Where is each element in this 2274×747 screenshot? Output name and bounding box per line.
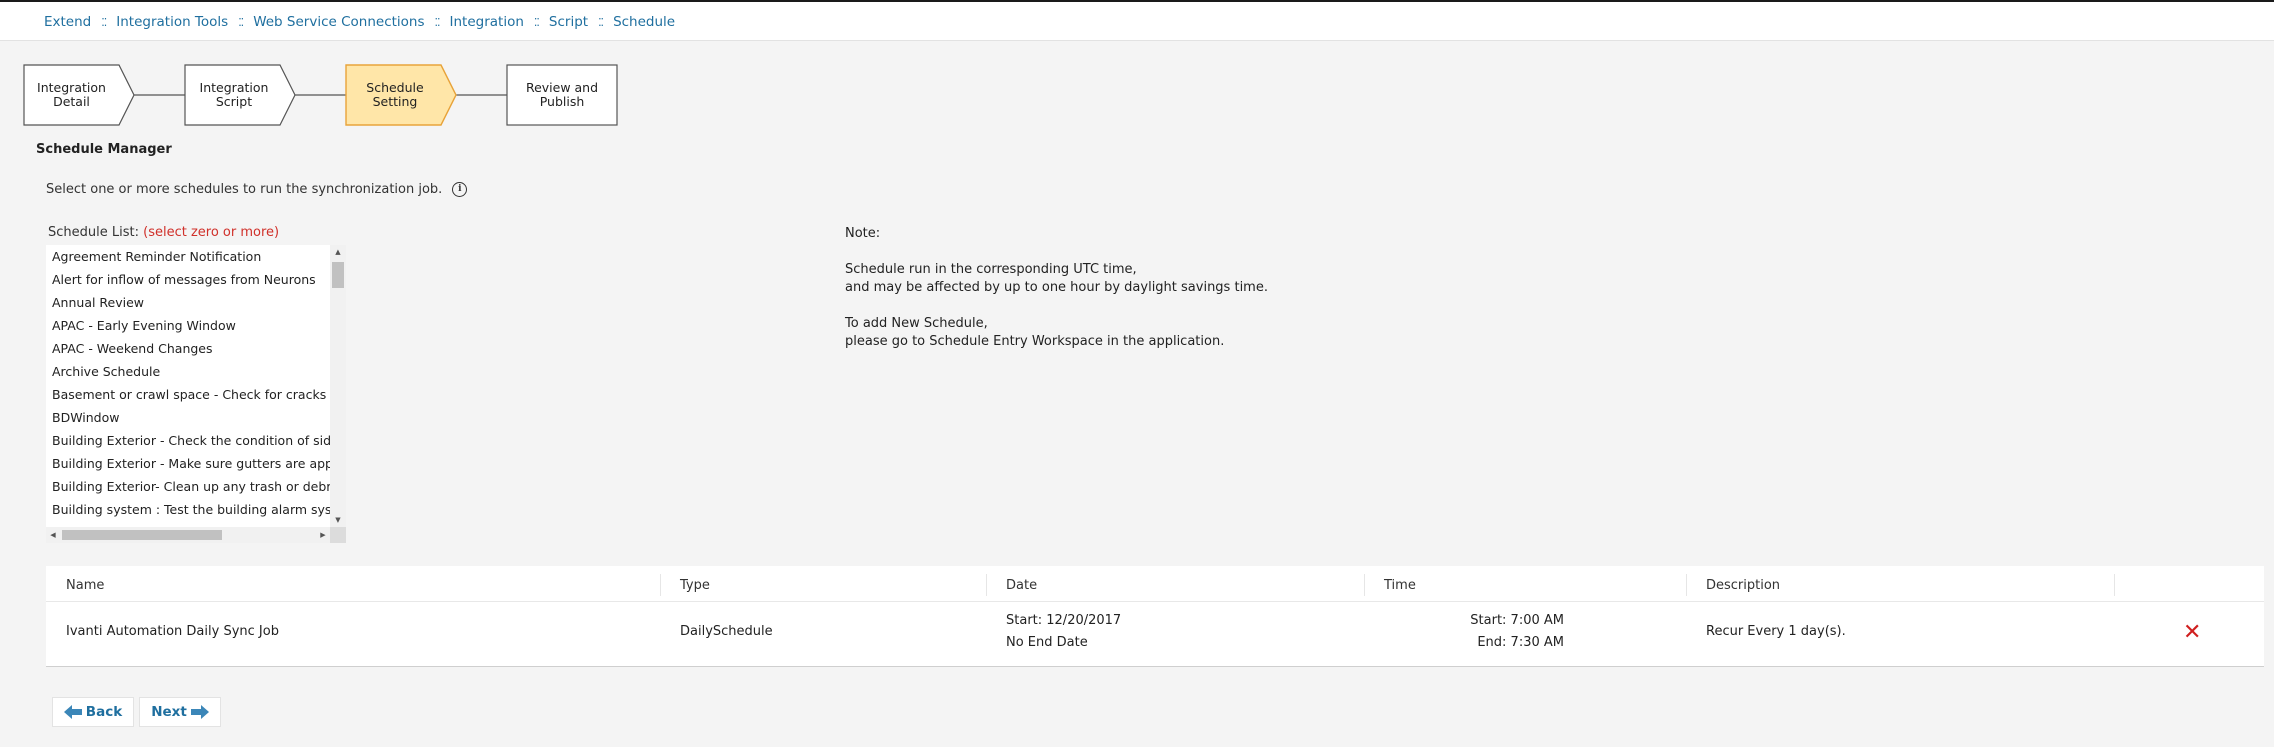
breadcrumb-extend[interactable]: Extend: [44, 14, 91, 30]
back-button-label: Back: [85, 704, 123, 720]
intro-text-row: Select one or more schedules to run the …: [46, 182, 468, 197]
breadcrumb-separator-icon: ⁚⁚: [533, 15, 540, 29]
schedule-grid: Name Type Date Time Description Ivanti A…: [46, 566, 2264, 667]
schedule-list-label-text: Schedule List:: [48, 225, 139, 240]
schedule-listbox[interactable]: Agreement Reminder Notification Alert fo…: [46, 245, 346, 543]
column-separator: [2114, 574, 2115, 596]
step-label-line: Review and: [525, 80, 599, 95]
arrow-right-icon: [190, 705, 209, 719]
list-item[interactable]: APAC - Weekend Changes: [46, 337, 330, 360]
note-line: and may be affected by up to one hour by…: [845, 280, 1268, 295]
breadcrumb-schedule: Schedule: [613, 14, 676, 30]
scroll-down-icon[interactable]: ▼: [330, 513, 346, 527]
wizard-step-review-publish[interactable]: Review and Publish: [507, 65, 617, 125]
note-line: Schedule run in the corresponding UTC ti…: [845, 262, 1137, 277]
breadcrumb-script[interactable]: Script: [549, 14, 588, 30]
cell-time-start: Start: 7:00 AM: [1470, 613, 1564, 628]
list-item[interactable]: Alert for inflow of messages from Neuron…: [46, 268, 330, 291]
note-line: please go to Schedule Entry Workspace in…: [845, 334, 1225, 349]
horizontal-scrollbar[interactable]: ◀ ▶: [46, 527, 330, 543]
column-header-time[interactable]: Time: [1384, 578, 1416, 593]
wizard-step-integration-detail[interactable]: Integration Detail: [24, 65, 119, 125]
step-label-line: Publish: [539, 94, 585, 109]
breadcrumb-web-service-connections[interactable]: Web Service Connections: [253, 14, 424, 30]
list-item[interactable]: Building system : Test the building alar…: [46, 498, 330, 521]
breadcrumb-integration-tools[interactable]: Integration Tools: [116, 14, 228, 30]
schedule-list-hint: (select zero or more): [143, 225, 280, 240]
info-icon[interactable]: i: [452, 182, 468, 197]
list-item[interactable]: APAC - Early Evening Window: [46, 314, 330, 337]
column-separator: [1686, 574, 1687, 596]
vertical-scrollbar[interactable]: ▲ ▼: [330, 245, 346, 527]
cell-date-start: Start: 12/20/2017: [1006, 613, 1122, 628]
scroll-right-icon[interactable]: ▶: [316, 527, 330, 543]
column-separator: [1364, 574, 1365, 596]
wizard-steps: Integration Detail Integration Script Sche…: [23, 64, 624, 126]
arrow-left-icon: [63, 705, 82, 719]
cell-description: Recur Every 1 day(s).: [1706, 624, 1846, 639]
note-spacer: [845, 297, 1268, 315]
breadcrumb-separator-icon: ⁚⁚: [238, 15, 244, 29]
breadcrumb-separator-icon: ⁚⁚: [434, 15, 441, 29]
column-separator: [660, 574, 661, 596]
cell-time-end: End: 7:30 AM: [1477, 635, 1564, 650]
cell-date-end: No End Date: [1006, 635, 1088, 650]
cell-type: DailySchedule: [680, 624, 773, 639]
scrollbar-corner: [330, 527, 346, 543]
column-separator: [986, 574, 987, 596]
vertical-scroll-thumb[interactable]: [332, 262, 344, 288]
schedule-list: Agreement Reminder Notification Alert fo…: [46, 245, 330, 521]
step-label-line: Schedule: [366, 80, 424, 95]
step-label-line: Setting: [372, 94, 418, 109]
step-label-line: Script: [215, 94, 253, 109]
note-spacer: [845, 243, 1268, 261]
schedule-list-label: Schedule List: (select zero or more): [48, 225, 279, 240]
breadcrumb-integration[interactable]: Integration: [450, 14, 524, 30]
cell-name: Ivanti Automation Daily Sync Job: [66, 624, 279, 639]
scroll-up-icon[interactable]: ▲: [330, 245, 346, 259]
wizard-step-schedule-setting[interactable]: Schedule Setting: [346, 65, 444, 125]
back-button[interactable]: Back: [52, 697, 134, 727]
note-heading: Note:: [845, 226, 881, 241]
note-panel: Note: Schedule run in the corresponding …: [845, 225, 1268, 351]
step-label-line: Integration: [199, 80, 269, 95]
next-button-label: Next: [151, 704, 187, 720]
list-item[interactable]: Agreement Reminder Notification: [46, 245, 330, 268]
next-button[interactable]: Next: [139, 697, 221, 727]
column-header-date[interactable]: Date: [1006, 578, 1037, 593]
breadcrumb-separator-icon: ⁚⁚: [598, 15, 604, 29]
list-item[interactable]: Building Exterior - Make sure gutters ar…: [46, 452, 330, 475]
list-item[interactable]: BDWindow: [46, 406, 330, 429]
scroll-left-icon[interactable]: ◀: [46, 527, 60, 543]
horizontal-scroll-thumb[interactable]: [62, 530, 222, 540]
breadcrumb: Extend ⁚⁚ Integration Tools ⁚⁚ Web Servi…: [44, 14, 675, 30]
list-item[interactable]: Archive Schedule: [46, 360, 330, 383]
column-header-description[interactable]: Description: [1706, 578, 1780, 593]
schedule-manager-title: Schedule Manager: [36, 142, 172, 157]
step-label-line: Detail: [53, 94, 90, 109]
header-divider: [46, 601, 2264, 602]
wizard-step-integration-script[interactable]: Integration Script: [185, 65, 283, 125]
intro-text: Select one or more schedules to run the …: [46, 182, 443, 197]
delete-icon[interactable]: ✕: [2183, 622, 2201, 644]
column-header-name[interactable]: Name: [66, 578, 104, 593]
list-item[interactable]: Basement or crawl space - Check for crac…: [46, 383, 330, 406]
list-item[interactable]: Building Exterior- Clean up any trash or…: [46, 475, 330, 498]
breadcrumb-separator-icon: ⁚⁚: [101, 15, 107, 29]
column-header-type[interactable]: Type: [680, 578, 710, 593]
step-label-line: Integration: [37, 80, 106, 95]
list-item[interactable]: Building Exterior - Check the condition …: [46, 429, 330, 452]
list-item[interactable]: Annual Review: [46, 291, 330, 314]
breadcrumb-bar: Extend ⁚⁚ Integration Tools ⁚⁚ Web Servi…: [0, 2, 2274, 41]
note-line: To add New Schedule,: [845, 316, 988, 331]
